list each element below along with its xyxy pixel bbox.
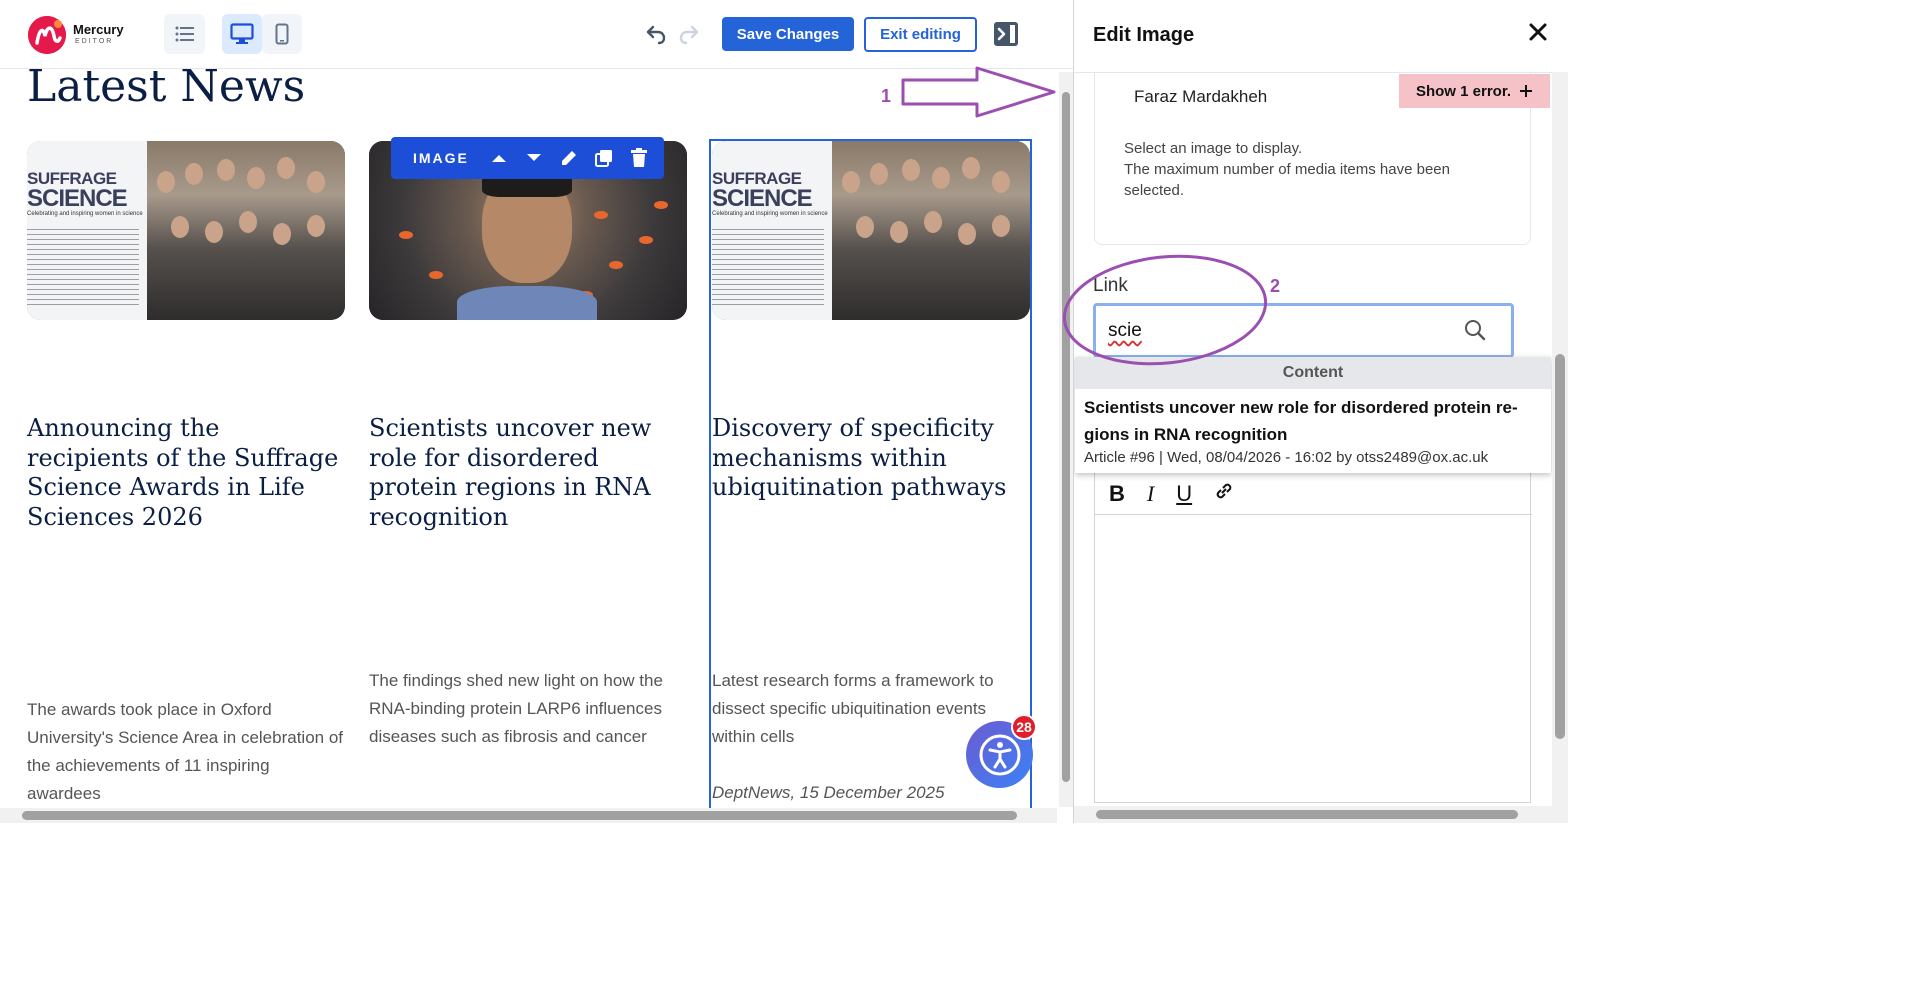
- panel-vertical-scroll-thumb[interactable]: [1555, 354, 1565, 739]
- panel-horizontal-scroll-thumb[interactable]: [1096, 810, 1518, 819]
- editor-toolbar: B I U: [1095, 473, 1532, 515]
- top-toolbar: Mercury EDITOR Save Changes Exit editing: [0, 0, 1073, 69]
- news-card-title[interactable]: Announcing the recipients of the Suffrag…: [27, 414, 347, 532]
- media-help-line2: The maximum number of media items have b…: [1124, 161, 1450, 199]
- edit-image-panel: Edit Image Faraz Mardakheh Show 1 error.…: [1073, 0, 1568, 823]
- media-help-line1: Select an image to display.: [1124, 140, 1303, 157]
- trash-icon: [630, 148, 647, 167]
- banner-line2: SCIENCE: [712, 185, 813, 212]
- edit-block-button[interactable]: [559, 147, 579, 169]
- page-title: Latest News: [27, 69, 306, 112]
- sidebar-collapse-icon: [994, 22, 1018, 46]
- close-panel-button[interactable]: [1526, 20, 1550, 44]
- media-author: Faraz Mardakheh: [1134, 87, 1268, 106]
- logo-subtitle: EDITOR: [75, 38, 114, 45]
- bold-button[interactable]: B: [1109, 481, 1125, 507]
- logo-name: Mercury: [73, 22, 124, 37]
- media-help-text: Select an image to display. The maximum …: [1124, 138, 1504, 201]
- link-input-value[interactable]: scie: [1108, 320, 1142, 342]
- banner-line2: SCIENCE: [27, 185, 128, 212]
- image-block-label: IMAGE: [413, 150, 469, 166]
- link-input[interactable]: scie: [1093, 303, 1514, 358]
- mobile-icon: [275, 23, 289, 45]
- news-card-image[interactable]: SUFFRAGE SCIENCE Celebrating and inspiri…: [712, 141, 1030, 320]
- panel-horizontal-scrollbar[interactable]: [1074, 806, 1568, 823]
- suffrage-banner: SUFFRAGE SCIENCE Celebrating and inspiri…: [27, 141, 147, 320]
- news-card-title[interactable]: Discovery of specificity mechanisms with…: [712, 414, 1032, 503]
- annotation-marker-2: 2: [1270, 276, 1281, 296]
- editor-window: Mercury EDITOR Save Changes Exit editing…: [0, 0, 1568, 823]
- delete-block-button[interactable]: [629, 147, 649, 169]
- news-card-description: The awards took place in Oxford Universi…: [27, 700, 344, 803]
- panel-vertical-scrollbar[interactable]: [1552, 72, 1568, 807]
- caret-up-icon: [491, 155, 506, 162]
- move-up-button[interactable]: [489, 147, 509, 169]
- mobile-view-button[interactable]: [262, 14, 302, 54]
- news-card-byline: DeptNews, 15 December 2025: [712, 783, 945, 802]
- close-icon: [1529, 23, 1547, 41]
- mercury-logo-icon: [28, 16, 66, 54]
- duplicate-block-button[interactable]: [594, 147, 614, 169]
- banner-text-block: [712, 225, 824, 305]
- exit-editing-button[interactable]: Exit editing: [864, 17, 977, 52]
- mercury-logo: Mercury EDITOR: [28, 16, 138, 54]
- save-changes-button[interactable]: Save Changes: [722, 17, 854, 51]
- redo-button[interactable]: [677, 22, 701, 51]
- plus-icon: [1520, 85, 1533, 97]
- redo-icon: [679, 25, 699, 45]
- italic-button[interactable]: I: [1147, 481, 1154, 507]
- suffrage-banner: SUFFRAGE SCIENCE Celebrating and inspiri…: [712, 141, 832, 320]
- news-card-selected[interactable]: SUFFRAGE SCIENCE Celebrating and inspiri…: [709, 139, 1032, 809]
- news-card-image[interactable]: SUFFRAGE SCIENCE Celebrating and inspiri…: [27, 141, 345, 320]
- group-photo: [832, 141, 1030, 320]
- list-icon: [175, 26, 194, 42]
- autocomplete-result-title[interactable]: Scientists uncover new role for disorder…: [1084, 394, 1544, 448]
- autocomplete-group-header: Content: [1075, 357, 1551, 389]
- canvas-vertical-scrollbar[interactable]: [1059, 72, 1073, 807]
- canvas-horizontal-scrollbar[interactable]: [0, 808, 1057, 823]
- accessibility-icon: [979, 734, 1020, 775]
- link-icon: [1216, 483, 1232, 498]
- page-canvas: Latest News SUFFRAGE SCIENCE Celebrating…: [0, 69, 1057, 809]
- pencil-icon: [561, 151, 576, 165]
- banner-text-block: [27, 225, 139, 305]
- show-error-button[interactable]: Show 1 error.: [1399, 74, 1550, 108]
- undo-icon: [646, 25, 666, 45]
- annotation-marker-1: 1: [881, 86, 892, 106]
- media-field: Faraz Mardakheh Show 1 error. Select an …: [1094, 73, 1550, 245]
- news-card-title[interactable]: Scientists uncover new role for disorder…: [369, 414, 689, 532]
- autocomplete-result-meta[interactable]: Article #96 | Wed, 08/04/2026 - 16:02 by…: [1084, 449, 1488, 466]
- link-button[interactable]: [1214, 481, 1234, 507]
- banner-tagline: Celebrating and inspiring women in scien…: [27, 211, 143, 217]
- undo-button[interactable]: [644, 22, 668, 51]
- move-down-button[interactable]: [524, 147, 544, 169]
- desktop-icon: [230, 23, 254, 44]
- panel-body: Faraz Mardakheh Show 1 error. Select an …: [1074, 72, 1552, 807]
- link-autocomplete-dropdown: Content Scientists uncover new role for …: [1075, 357, 1551, 473]
- show-error-label: Show 1 error.: [1415, 82, 1512, 100]
- accessibility-badge: 28: [1011, 714, 1037, 740]
- banner-tagline: Celebrating and inspiring women in scien…: [712, 211, 828, 217]
- underline-button[interactable]: U: [1176, 481, 1192, 507]
- image-block-toolbar: IMAGE: [391, 137, 664, 179]
- copy-icon: [594, 150, 612, 167]
- news-card-description: The findings shed new light on how the R…: [369, 671, 663, 746]
- canvas-vertical-scroll-thumb[interactable]: [1062, 92, 1070, 782]
- panel-title: Edit Image: [1093, 24, 1195, 46]
- outline-button[interactable]: [164, 14, 205, 54]
- canvas-horizontal-scroll-thumb[interactable]: [22, 811, 1017, 820]
- rich-text-editor[interactable]: B I U: [1094, 473, 1532, 803]
- link-label: Link: [1093, 275, 1128, 296]
- group-photo: [147, 141, 345, 320]
- caret-down-icon: [526, 154, 541, 161]
- toggle-sidebar-button[interactable]: [993, 21, 1019, 52]
- search-icon[interactable]: [1463, 318, 1487, 347]
- desktop-view-button[interactable]: [222, 14, 262, 54]
